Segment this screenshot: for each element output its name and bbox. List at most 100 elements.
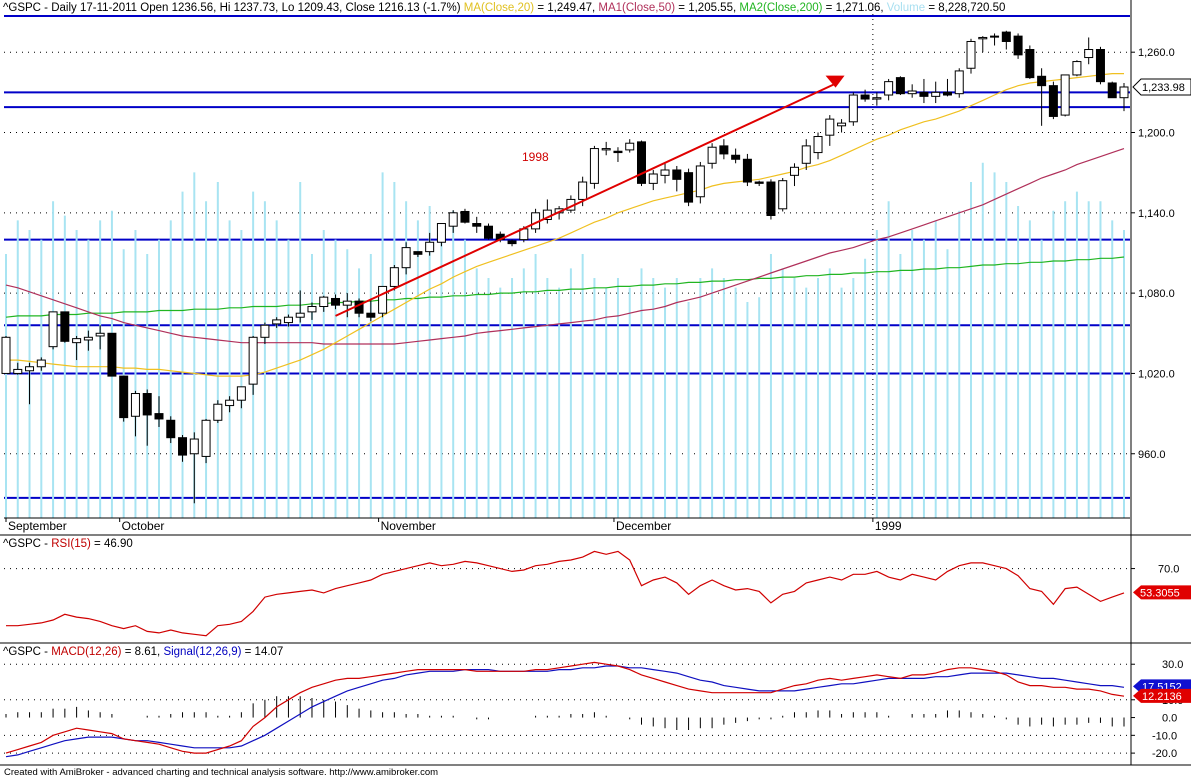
rsi-value: = 46.90 <box>94 538 133 550</box>
macd-panel-header: ^GSPC - MACD(12,26) = 8.61, Signal(12,26… <box>3 645 283 659</box>
candle-body <box>1 336 11 374</box>
ma200-line <box>5 256 1125 318</box>
candle-body <box>472 223 482 227</box>
candle-body <box>401 247 411 269</box>
date-axis: September October November December 1999 <box>4 517 1130 533</box>
chart-canvas: 1,260.0 1,200.0 1,140.0 1,080.0 1,020.0 960.0… <box>0 0 1191 766</box>
candle-body <box>331 297 341 306</box>
macd-tick-label: -10.0 <box>1152 730 1177 742</box>
candle-body <box>754 181 764 184</box>
candle-body <box>1001 31 1011 42</box>
candle <box>589 145 599 189</box>
candle <box>660 163 670 184</box>
ma200-value: = 1,271.06, <box>825 2 884 14</box>
candle-body <box>130 393 140 417</box>
candle <box>1 335 11 374</box>
candle <box>201 418 211 464</box>
candle-body <box>636 141 646 184</box>
candle-body <box>684 172 694 203</box>
macd-tick-label: 30.0 <box>1162 659 1183 671</box>
candle <box>225 396 235 413</box>
candle-body <box>801 145 811 164</box>
signal-value: = 14.07 <box>244 646 284 658</box>
candle <box>1037 68 1047 126</box>
candle <box>766 179 776 220</box>
macd-tick-label: -20.0 <box>1152 748 1177 760</box>
candle-body <box>107 332 117 377</box>
candle-body <box>366 312 376 318</box>
price-tick-label: 1,080.0 <box>1138 288 1175 300</box>
price-tick-label: 1,200.0 <box>1138 128 1175 140</box>
signal-label: Signal(12,26,9) <box>163 646 242 658</box>
candle <box>801 139 811 170</box>
candle <box>460 208 470 224</box>
candle-body <box>837 122 847 127</box>
candle <box>213 400 223 423</box>
volume-bars <box>5 162 1125 518</box>
moving-average-lines <box>5 72 1125 377</box>
price-tick-label: 960.0 <box>1138 449 1166 461</box>
candle <box>484 223 494 240</box>
candle-body <box>213 403 223 421</box>
candle <box>119 375 129 422</box>
candle-body <box>907 90 917 95</box>
candle <box>13 362 23 375</box>
date-tick-label: September <box>8 519 67 533</box>
candle <box>25 362 35 405</box>
candle-body <box>248 336 258 385</box>
candle <box>542 199 552 224</box>
candle-body <box>178 437 188 456</box>
price-tick-label: 1,260.0 <box>1138 47 1175 59</box>
candle <box>1048 81 1058 120</box>
macd-value: = 8.61, <box>124 646 161 658</box>
candle-body <box>707 146 717 164</box>
candle <box>413 251 423 257</box>
rsi-line <box>6 550 1125 637</box>
candle-body <box>272 319 282 325</box>
ma50-label: MA1(Close,50) <box>598 2 676 14</box>
rsi-label: RSI(15) <box>51 538 91 550</box>
candle <box>154 396 164 427</box>
candle-body <box>1084 49 1094 59</box>
candle-body <box>1048 85 1058 117</box>
candle-body <box>884 81 894 96</box>
candle-body <box>872 97 882 100</box>
candle <box>707 143 717 169</box>
candle <box>107 332 117 377</box>
candle <box>566 195 576 213</box>
rsi-last-label: 53.3055 <box>1140 587 1180 599</box>
price-axis: 1,260.0 1,200.0 1,140.0 1,080.0 1,020.0 960.0… <box>1131 47 1191 461</box>
price-summary: ^GSPC - Daily 17-11-2011 Open 1236.56, H… <box>3 2 461 14</box>
macd-last-label: 12.2136 <box>1142 691 1182 703</box>
candle-body <box>1025 49 1035 79</box>
candle-body <box>589 148 599 184</box>
candle <box>895 76 905 96</box>
candle-body <box>295 312 305 318</box>
ma200-label: MA2(Close,200) <box>739 2 823 14</box>
candle-body <box>860 94 870 100</box>
candle-body <box>942 91 952 96</box>
candle <box>848 92 858 126</box>
candle <box>1095 46 1105 85</box>
candle-body <box>236 386 246 401</box>
candle <box>825 115 835 146</box>
candle-body <box>484 225 494 239</box>
candle <box>295 290 305 323</box>
candle-body <box>719 145 729 155</box>
candle <box>36 357 46 371</box>
candle-body <box>342 300 352 306</box>
candle <box>919 78 929 104</box>
macd-tick-label: 0.0 <box>1162 713 1177 725</box>
candle-body <box>378 285 388 314</box>
candle-body <box>695 165 705 198</box>
volume-value: = 8,228,720.50 <box>928 2 1006 14</box>
candle-body <box>436 223 446 243</box>
candle-body <box>1037 75 1047 87</box>
candle-body <box>1013 35 1023 56</box>
candle <box>354 298 364 318</box>
ma50-value: = 1,205.55, <box>678 2 737 14</box>
trendline-line <box>335 82 836 317</box>
candle-body <box>48 311 58 348</box>
date-tick-label: 1999 <box>875 519 902 533</box>
candle-body <box>460 210 470 223</box>
